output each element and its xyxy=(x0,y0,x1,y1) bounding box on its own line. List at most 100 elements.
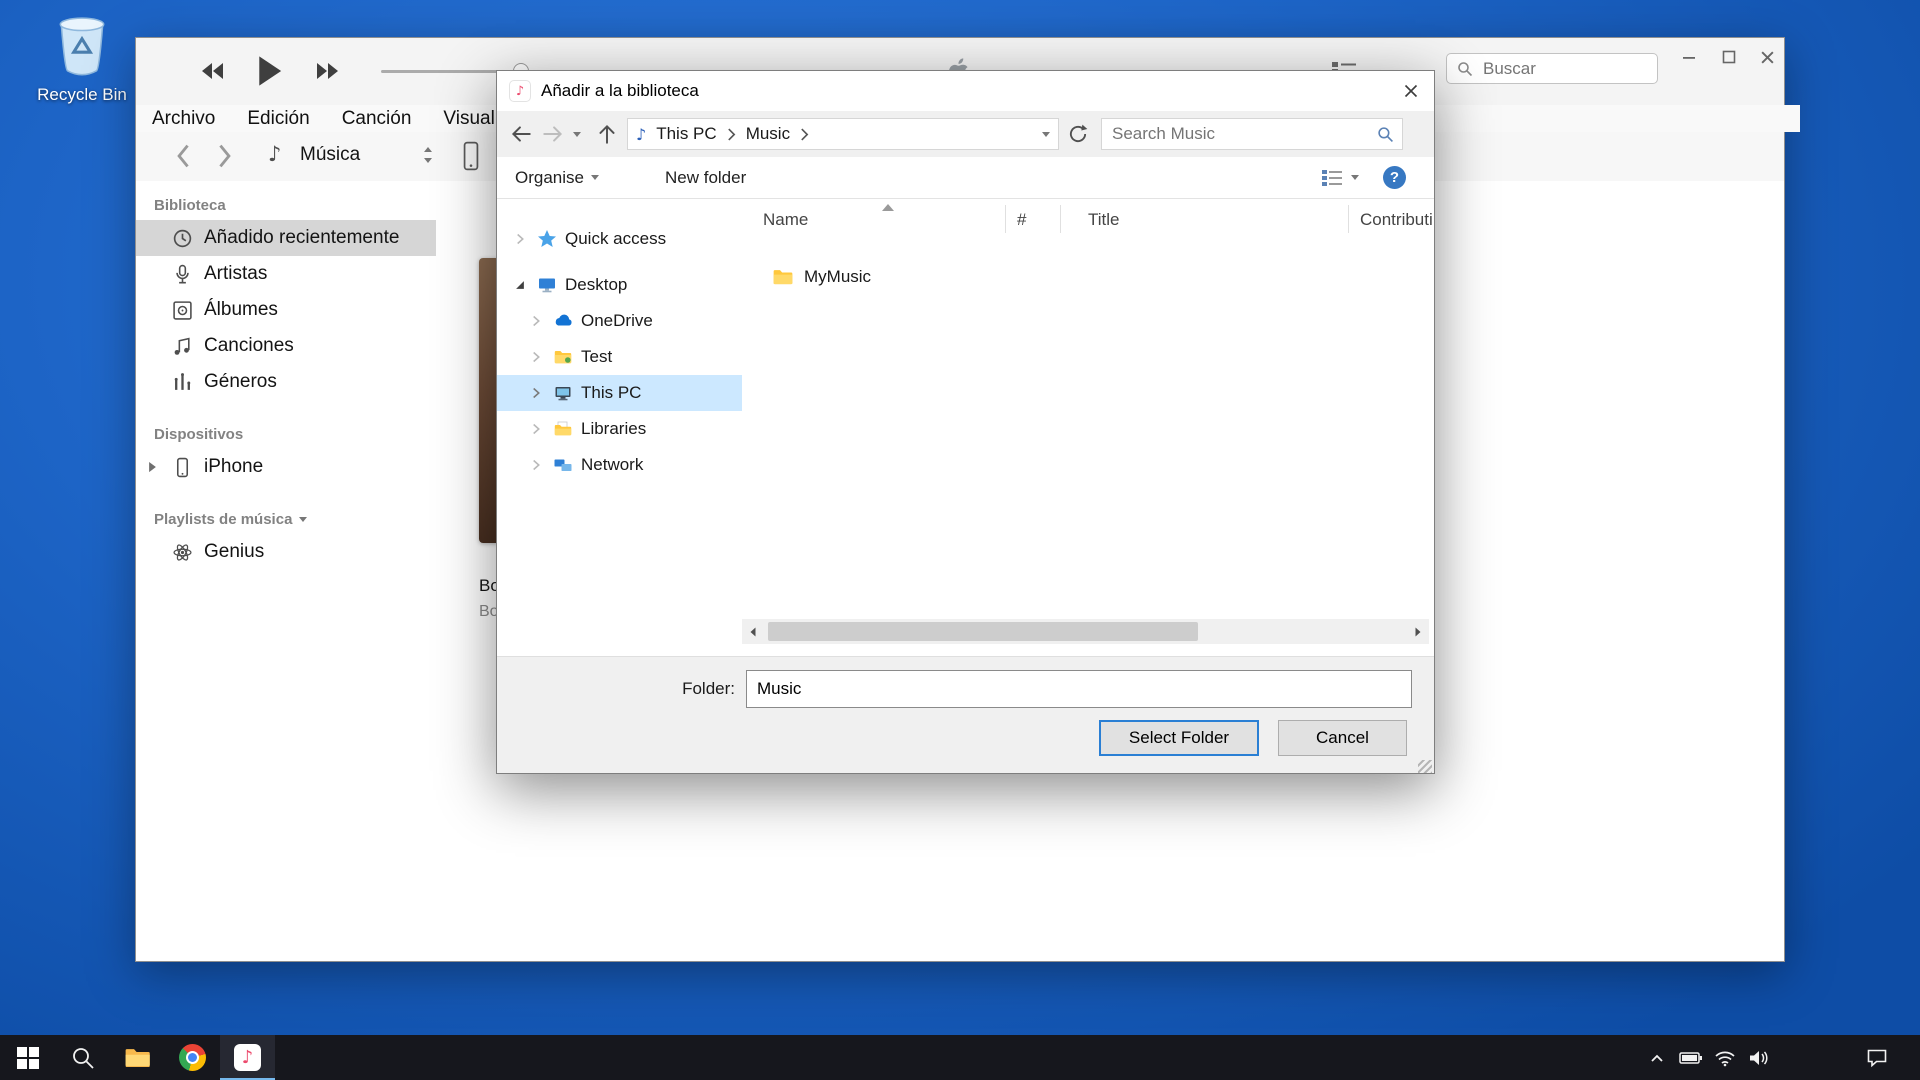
media-selector-label[interactable]: Música xyxy=(300,144,360,166)
chevron-right-icon[interactable] xyxy=(527,315,545,327)
sidebar-item-artists[interactable]: Artistas xyxy=(136,256,436,292)
minimize-button[interactable] xyxy=(1674,44,1704,70)
folder-name-input[interactable] xyxy=(746,670,1412,708)
nav-history-dropdown-icon[interactable] xyxy=(573,132,581,137)
itunes-search-input[interactable] xyxy=(1481,58,1635,80)
this-pc-icon xyxy=(553,383,573,403)
column-header-title[interactable]: Title xyxy=(1084,199,1346,241)
column-separator[interactable] xyxy=(1348,205,1349,233)
cancel-button[interactable]: Cancel xyxy=(1278,720,1407,756)
scroll-right-arrow[interactable] xyxy=(1407,619,1429,644)
taskbar-chrome-button[interactable] xyxy=(165,1035,220,1080)
scroll-left-arrow[interactable] xyxy=(742,619,764,644)
chevron-right-icon[interactable] xyxy=(527,423,545,435)
dialog-titlebar[interactable]: ♪ Añadir a la biblioteca xyxy=(497,71,1434,111)
battery-icon[interactable] xyxy=(1674,1035,1708,1080)
fast-forward-button[interactable] xyxy=(314,59,340,83)
nav-back-icon[interactable] xyxy=(509,122,533,146)
chevron-expanded-icon[interactable] xyxy=(511,280,529,290)
address-breadcrumb-bar[interactable]: ♪ This PC Music xyxy=(627,118,1059,150)
tree-item-desktop[interactable]: Desktop xyxy=(497,267,742,303)
address-dropdown-icon[interactable] xyxy=(1042,132,1050,137)
help-icon[interactable] xyxy=(1383,166,1406,189)
device-iphone-icon[interactable] xyxy=(462,141,480,171)
breadcrumb-this-pc[interactable]: This PC xyxy=(652,122,720,146)
maximize-button[interactable] xyxy=(1714,44,1744,70)
back-icon[interactable] xyxy=(174,143,192,169)
media-selector-up-icon[interactable] xyxy=(424,147,432,152)
network-wifi-icon[interactable] xyxy=(1708,1035,1742,1080)
tree-item-label: Test xyxy=(581,347,612,367)
breadcrumb-chevron-icon[interactable] xyxy=(727,128,736,141)
forward-icon[interactable] xyxy=(216,143,234,169)
column-separator[interactable] xyxy=(1005,205,1006,233)
sidebar-item-genres[interactable]: Géneros xyxy=(136,364,436,400)
menu-archivo[interactable]: Archivo xyxy=(152,108,215,130)
recycle-bin-label: Recycle Bin xyxy=(22,85,142,105)
tree-item-label: This PC xyxy=(581,383,641,403)
disclosure-triangle-icon[interactable] xyxy=(148,461,157,473)
organise-button[interactable]: Organise xyxy=(515,168,599,188)
dialog-search-input[interactable] xyxy=(1110,123,1377,145)
view-mode-button[interactable] xyxy=(1321,168,1359,188)
sidebar-item-label: Canciones xyxy=(204,335,294,357)
sidebar-item-recently-added[interactable]: Añadido recientemente xyxy=(136,220,436,256)
rewind-button[interactable] xyxy=(200,59,226,83)
nav-up-icon[interactable] xyxy=(595,122,619,146)
sidebar-item-songs[interactable]: Canciones xyxy=(136,328,436,364)
breadcrumb-chevron-icon[interactable] xyxy=(800,128,809,141)
nav-forward-icon[interactable] xyxy=(541,122,565,146)
action-center-icon[interactable] xyxy=(1862,1035,1892,1080)
taskbar-file-explorer-button[interactable] xyxy=(110,1035,165,1080)
select-folder-button[interactable]: Select Folder xyxy=(1099,720,1259,756)
scrollbar-thumb[interactable] xyxy=(768,622,1198,641)
album-icon xyxy=(172,300,193,321)
tree-item-label: Network xyxy=(581,455,643,475)
taskbar-itunes-button[interactable]: ♪ xyxy=(220,1035,275,1080)
taskbar-search-button[interactable] xyxy=(55,1035,110,1080)
folder-tree-pane: Quick access Desktop xyxy=(497,199,742,656)
breadcrumb-music[interactable]: Music xyxy=(742,122,794,146)
sidebar-item-albums[interactable]: Álbumes xyxy=(136,292,436,328)
tree-item-quick-access[interactable]: Quick access xyxy=(497,221,742,257)
refresh-icon[interactable] xyxy=(1067,123,1089,145)
chevron-right-icon[interactable] xyxy=(527,459,545,471)
tree-item-this-pc[interactable]: This PC xyxy=(497,375,742,411)
tree-item-onedrive[interactable]: OneDrive xyxy=(497,303,742,339)
play-button[interactable] xyxy=(254,54,284,88)
new-folder-button[interactable]: New folder xyxy=(665,168,746,188)
search-icon xyxy=(1377,126,1394,143)
chevron-right-icon[interactable] xyxy=(527,387,545,399)
dialog-close-button[interactable] xyxy=(1388,71,1434,111)
hidden-icons-chevron[interactable] xyxy=(1640,1035,1674,1080)
chevron-right-icon[interactable] xyxy=(511,233,529,245)
column-header-name[interactable]: Name xyxy=(759,199,1003,241)
playlists-section-header[interactable]: Playlists de música xyxy=(154,511,436,528)
scrollbar-track[interactable] xyxy=(764,619,1407,644)
tree-item-libraries[interactable]: Libraries xyxy=(497,411,742,447)
sidebar-item-genius[interactable]: Genius xyxy=(136,534,436,570)
horizontal-scrollbar[interactable] xyxy=(742,619,1429,644)
music-note-icon xyxy=(172,336,193,357)
chevron-right-icon[interactable] xyxy=(527,351,545,363)
media-selector-down-icon[interactable] xyxy=(424,158,432,163)
resize-grip[interactable] xyxy=(1418,760,1432,774)
tree-item-test[interactable]: Test xyxy=(497,339,742,375)
recycle-bin-shortcut[interactable]: Recycle Bin xyxy=(22,14,142,105)
tree-item-network[interactable]: Network xyxy=(497,447,742,483)
volume-icon[interactable] xyxy=(1742,1035,1776,1080)
menu-cancion[interactable]: Canción xyxy=(342,108,412,130)
recent-clock-icon xyxy=(172,228,193,249)
file-row-mymusic[interactable]: MyMusic xyxy=(742,259,1434,295)
sidebar-item-iphone[interactable]: iPhone xyxy=(136,449,436,485)
column-header-contributing[interactable]: Contributi xyxy=(1356,199,1435,241)
chevron-down-icon[interactable] xyxy=(299,517,307,522)
menu-edicion[interactable]: Edición xyxy=(247,108,309,130)
folder-field-label: Folder: xyxy=(647,679,735,699)
column-header-number[interactable]: # xyxy=(1013,199,1059,241)
start-button[interactable] xyxy=(0,1035,55,1080)
dialog-search-box[interactable] xyxy=(1101,118,1403,150)
itunes-search-box[interactable] xyxy=(1446,53,1658,84)
close-window-button[interactable] xyxy=(1752,44,1782,70)
column-separator[interactable] xyxy=(1060,205,1061,233)
